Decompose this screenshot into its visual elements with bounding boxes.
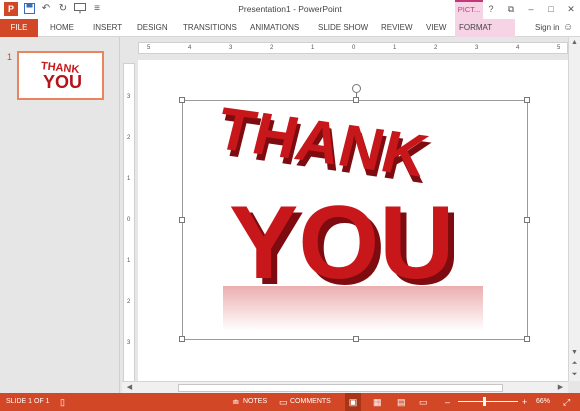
horizontal-scrollbar[interactable]: ◀ ▶: [122, 381, 568, 393]
notes-button[interactable]: NOTES: [243, 393, 267, 411]
ruler-v-label: 3: [127, 340, 131, 346]
ruler-h-label: 1: [393, 45, 397, 51]
ruler-h-label: 3: [229, 45, 233, 51]
minimize-button[interactable]: –: [524, 2, 538, 16]
resize-handle-t[interactable]: [353, 97, 359, 103]
horizontal-scroll-thumb[interactable]: [178, 384, 503, 392]
tab-insert[interactable]: INSERT: [93, 19, 122, 37]
horizontal-ruler: 5 4 3 2 1 0 1 2 3 4 5: [138, 42, 568, 54]
zoom-slider-knob[interactable]: [483, 397, 486, 406]
ruler-h-label: 5: [557, 45, 561, 51]
tab-slide-show[interactable]: SLIDE SHOW: [318, 19, 368, 37]
tab-review[interactable]: REVIEW: [381, 19, 413, 37]
title-bar: P ↶ ↻ ≡ Presentation1 - PowerPoint PICT.…: [0, 0, 580, 19]
ruler-v-label: 2: [127, 299, 131, 305]
workspace: 1 THANK YOU 5 4 3 2 1 0 1 2 3 4 5 3 2 1 …: [0, 37, 580, 393]
zoom-slider-track[interactable]: [458, 401, 518, 402]
tab-animations[interactable]: ANIMATIONS: [250, 19, 299, 37]
slide-indicator: SLIDE 1 OF 1: [6, 398, 50, 405]
tab-transitions[interactable]: TRANSITIONS: [183, 19, 237, 37]
picture-tools-contextual-tab[interactable]: PICT...: [455, 0, 483, 19]
ruler-h-label: 0: [352, 45, 356, 51]
ribbon-display-options-button[interactable]: ⧉: [504, 2, 518, 16]
resize-handle-tl[interactable]: [179, 97, 185, 103]
zoom-in-icon[interactable]: +: [522, 393, 527, 411]
window-controls: ? ⧉ – □ ✕: [484, 2, 578, 16]
resize-handle-br[interactable]: [524, 336, 530, 342]
resize-handle-bl[interactable]: [179, 336, 185, 342]
ruler-v-label: 0: [127, 217, 131, 223]
thumbnail-text-you: YOU: [43, 72, 82, 92]
comments-icon[interactable]: ▭: [279, 393, 288, 411]
ruler-h-label: 5: [147, 45, 151, 51]
resize-handle-tr[interactable]: [524, 97, 530, 103]
slide-canvas[interactable]: THANK THANK YOU YOU: [138, 60, 568, 382]
ribbon-tabs: FILE HOME INSERT DESIGN TRANSITIONS ANIM…: [0, 19, 580, 37]
scroll-up-icon[interactable]: ▲: [569, 37, 580, 48]
ruler-h-label: 4: [516, 45, 520, 51]
comments-button[interactable]: COMMENTS: [290, 393, 331, 411]
resize-handle-l[interactable]: [179, 217, 185, 223]
ruler-h-label: 2: [270, 45, 274, 51]
ruler-v-label: 3: [127, 94, 131, 100]
tab-design[interactable]: DESIGN: [137, 19, 168, 37]
zoom-level[interactable]: 66%: [536, 393, 550, 411]
slideshow-icon[interactable]: ▭: [419, 393, 428, 411]
reading-view-icon[interactable]: ▤: [397, 393, 406, 411]
ruler-h-label: 3: [475, 45, 479, 51]
selected-picture[interactable]: THANK THANK YOU YOU: [179, 95, 530, 342]
resize-handle-r[interactable]: [524, 217, 530, 223]
slide-thumbnail-pane: 1 THANK YOU: [0, 37, 120, 393]
zoom-out-icon[interactable]: –: [445, 393, 450, 411]
normal-view-icon[interactable]: ▣: [345, 393, 361, 411]
ruler-h-label: 2: [434, 45, 438, 51]
fit-slide-icon[interactable]: ⤢: [563, 393, 570, 411]
ruler-v-label: 1: [127, 258, 131, 264]
scroll-right-icon[interactable]: ▶: [555, 382, 566, 393]
ruler-v-label: 2: [127, 135, 131, 141]
scroll-left-icon[interactable]: ◀: [124, 382, 135, 393]
slide-sorter-icon[interactable]: ▦: [373, 393, 382, 411]
smiley-icon[interactable]: ☺: [563, 22, 575, 34]
status-bar: SLIDE 1 OF 1 ▯ ≐ NOTES ▭ COMMENTS ▣ ▦ ▤ …: [0, 393, 580, 411]
slide-number: 1: [7, 52, 13, 62]
scroll-down-icon[interactable]: ▼: [569, 347, 580, 358]
tab-view[interactable]: VIEW: [426, 19, 446, 37]
you-text: YOU: [229, 185, 454, 301]
vertical-ruler: 3 2 1 0 1 2 3: [123, 63, 135, 383]
notes-icon[interactable]: ≐: [232, 393, 240, 411]
maximize-button[interactable]: □: [544, 2, 558, 16]
ruler-h-label: 4: [188, 45, 192, 51]
tab-format[interactable]: FORMAT: [455, 19, 515, 37]
next-slide-icon[interactable]: ⏷: [569, 369, 580, 380]
ruler-v-label: 1: [127, 176, 131, 182]
tab-home[interactable]: HOME: [50, 19, 74, 37]
slide-thumbnail[interactable]: THANK YOU: [17, 51, 104, 100]
previous-slide-icon[interactable]: ⏶: [569, 358, 580, 369]
help-button[interactable]: ?: [484, 2, 498, 16]
spell-check-icon[interactable]: ▯: [60, 393, 65, 411]
vertical-scrollbar[interactable]: ▲ ▼ ⏶ ⏷: [568, 37, 580, 381]
thank-you-3d-image: THANK THANK YOU YOU: [210, 95, 483, 331]
rotation-handle[interactable]: [352, 84, 361, 93]
tab-file[interactable]: FILE: [0, 19, 38, 37]
close-button[interactable]: ✕: [564, 2, 578, 16]
reflection: [223, 286, 483, 331]
resize-handle-b[interactable]: [353, 336, 359, 342]
ruler-h-label: 1: [311, 45, 315, 51]
sign-in-link[interactable]: Sign in: [535, 19, 559, 37]
